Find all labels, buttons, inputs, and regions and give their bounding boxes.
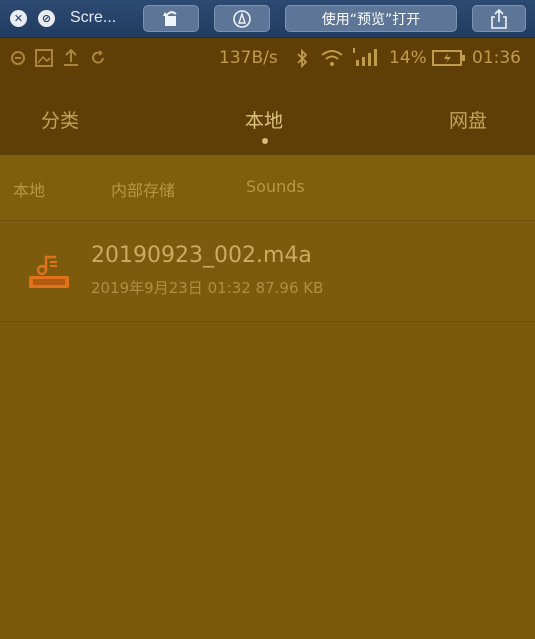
audio-file-icon [29, 255, 69, 288]
message-icon [11, 51, 25, 65]
breadcrumb-internal-storage[interactable]: 内部存储 [111, 177, 175, 201]
wifi-icon [321, 50, 343, 66]
share-button[interactable] [472, 5, 526, 32]
file-list-item[interactable]: 20190923_002.m4a 2019年9月23日 01:32 87.96 … [0, 221, 535, 322]
open-with-preview-button[interactable]: 使用“预览”打开 [285, 5, 457, 32]
file-meta: 2019年9月23日 01:32 87.96 KB [91, 279, 324, 297]
quicklook-toolbar: ✕ ⊘ Scre... 使用“预览”打开 [0, 0, 535, 38]
file-name: 20190923_002.m4a [91, 243, 312, 268]
tab-local[interactable]: 本地 [245, 106, 283, 133]
tab-bar: 分类 本地 网盘 [0, 78, 535, 155]
sync-icon [92, 50, 104, 64]
breadcrumb-local[interactable]: 本地 [13, 177, 45, 201]
battery-icon [432, 50, 465, 66]
bluetooth-icon [297, 49, 308, 68]
close-icon[interactable]: ✕ [10, 10, 27, 27]
signal-icon [353, 48, 377, 66]
battery-percent: 14% [389, 48, 427, 68]
status-bar: 137B/s 14% 01:36 [0, 38, 535, 78]
open-with-preview-label: 使用“预览”打开 [321, 11, 421, 28]
breadcrumb: 本地 内部存储 Sounds [0, 155, 535, 221]
tab-categories[interactable]: 分类 [41, 106, 79, 133]
image-icon [35, 49, 53, 67]
phone-screen: 137B/s 14% 01:36 分类 本地 网盘 本地 内部存储 Sounds… [0, 38, 535, 639]
active-tab-indicator [262, 138, 268, 144]
clock: 01:36 [472, 48, 521, 68]
rotate-button[interactable] [143, 5, 199, 32]
breadcrumb-sounds[interactable]: Sounds [246, 177, 305, 196]
markup-icon [233, 9, 251, 28]
markup-button[interactable] [214, 5, 270, 32]
network-speed: 137B/s [219, 48, 278, 68]
rotate-icon [163, 10, 177, 26]
disable-icon[interactable]: ⊘ [38, 10, 55, 27]
upload-icon [64, 48, 78, 66]
share-icon [491, 8, 507, 29]
tab-cloud[interactable]: 网盘 [449, 106, 487, 133]
window-title: Scre... [70, 9, 117, 26]
